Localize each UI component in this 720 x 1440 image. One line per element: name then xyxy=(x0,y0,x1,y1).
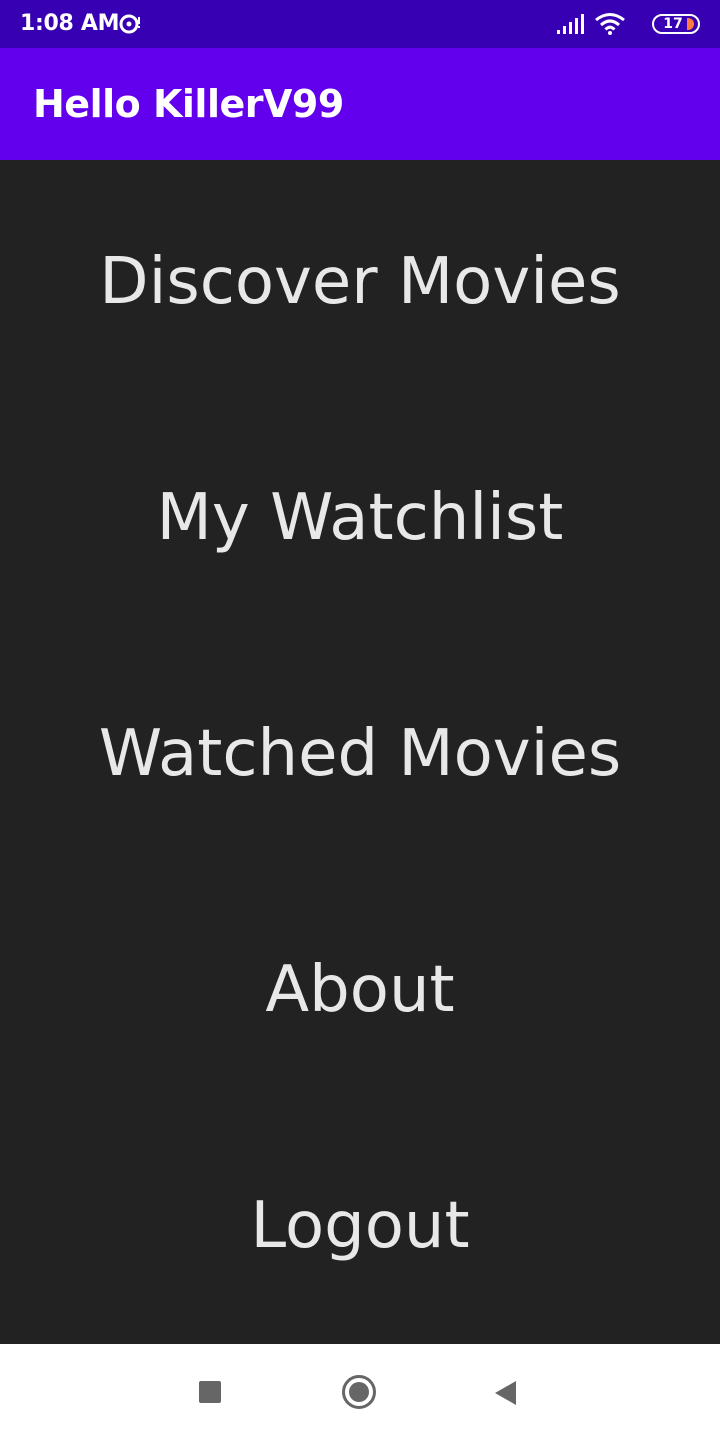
about-button[interactable]: About xyxy=(0,872,720,1108)
main-menu: Discover Movies My Watchlist Watched Mov… xyxy=(0,160,720,1344)
system-nav-bar xyxy=(0,1344,720,1440)
battery-icon: 17 xyxy=(652,14,700,34)
triangle-back-icon[interactable] xyxy=(494,1380,518,1406)
status-time: 1:08 AM xyxy=(20,11,120,36)
circle-home-icon[interactable] xyxy=(342,1375,376,1409)
music-disc-icon xyxy=(119,14,140,34)
my-watchlist-button[interactable]: My Watchlist xyxy=(0,400,720,636)
app-bar: Hello KillerV99 xyxy=(0,48,720,160)
signal-icon xyxy=(557,14,584,34)
menu-item-label: My Watchlist xyxy=(156,481,564,555)
menu-item-label: Discover Movies xyxy=(99,245,621,319)
status-icons: 17 xyxy=(500,12,700,36)
menu-item-label: About xyxy=(265,953,455,1027)
menu-item-label: Watched Movies xyxy=(98,717,622,791)
home-icon-inner xyxy=(349,1382,369,1402)
status-bar: 1:08 AM 17 xyxy=(0,0,720,48)
wifi-icon xyxy=(595,13,625,35)
menu-item-label: Logout xyxy=(250,1189,470,1263)
battery-fill xyxy=(687,18,694,30)
logout-button[interactable]: Logout xyxy=(0,1108,720,1344)
watched-movies-button[interactable]: Watched Movies xyxy=(0,636,720,872)
square-recents-icon[interactable] xyxy=(199,1381,221,1403)
discover-movies-button[interactable]: Discover Movies xyxy=(0,164,720,400)
app-title: Hello KillerV99 xyxy=(33,82,344,126)
